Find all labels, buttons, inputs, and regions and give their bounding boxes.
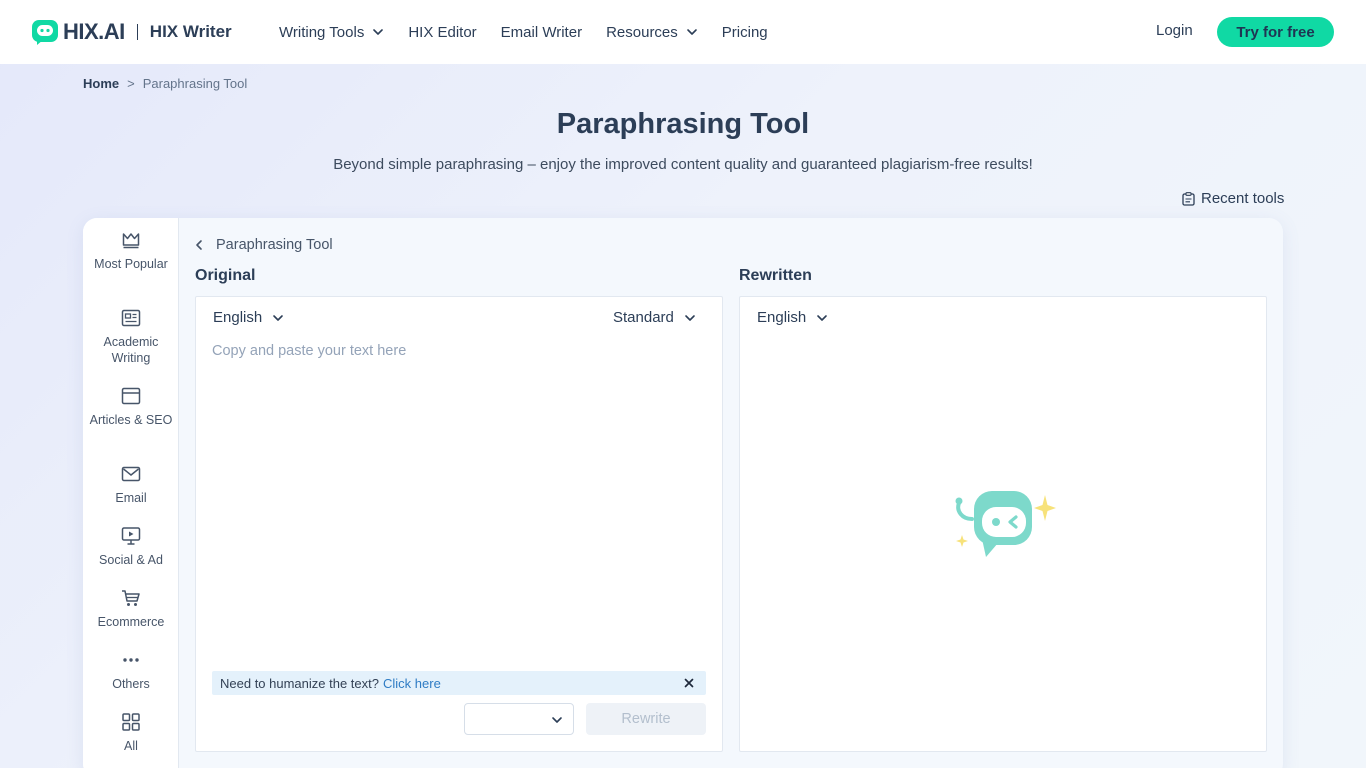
tone-mode-select[interactable]: Standard — [613, 309, 696, 326]
nav-email-writer-label: Email Writer — [500, 23, 583, 41]
sidebar-item-ecommerce[interactable]: Ecommerce — [83, 588, 179, 630]
logo-text: HIX.AI — [63, 19, 125, 44]
product-name: HIX Writer — [149, 22, 232, 41]
recent-tools-button[interactable]: Recent tools — [1182, 190, 1284, 207]
mail-icon — [121, 466, 141, 482]
tone-mode-value: Standard — [613, 309, 674, 326]
page-title: Paraphrasing Tool — [556, 108, 810, 140]
original-heading: Original — [195, 267, 256, 284]
original-panel: English Standard Need to humanize the te… — [195, 296, 723, 752]
sidebar-item-academic-writing[interactable]: Academic Writing — [83, 308, 179, 366]
rewritten-panel: English — [739, 296, 1267, 752]
breadcrumb-home[interactable]: Home — [83, 76, 119, 91]
original-text-input[interactable] — [212, 343, 706, 663]
mascot-robot-icon — [955, 491, 1056, 557]
rewritten-heading: Rewritten — [739, 267, 812, 284]
breadcrumb: Home > Paraphrasing Tool — [83, 76, 247, 91]
rewritten-language-value: English — [757, 309, 807, 326]
chevron-down-icon — [686, 29, 697, 35]
breadcrumb-separator: > — [127, 76, 135, 91]
original-language-value: English — [213, 309, 263, 326]
rewritten-language-select[interactable]: English — [757, 309, 828, 326]
nav-hix-editor[interactable]: HIX Editor — [408, 24, 476, 41]
sidebar-item-label: Most Popular — [94, 257, 168, 271]
nav-pricing-label: Pricing — [721, 23, 768, 41]
chevron-down-icon — [552, 717, 562, 723]
sidebar-item-email[interactable]: Email — [83, 464, 179, 506]
sidebar-item-label: Articles & SEO — [89, 413, 173, 427]
nav-writing-tools-label: Writing Tools — [279, 23, 365, 41]
page-subtitle: Beyond simple paraphrasing – enjoy the i… — [333, 156, 1033, 173]
humanize-click-here-link[interactable]: Click here — [383, 676, 441, 691]
back-to-tool-button[interactable]: Paraphrasing Tool — [194, 237, 333, 253]
sidebar-item-label: Others — [112, 677, 150, 691]
sidebar-item-others[interactable]: Others — [83, 650, 179, 692]
sidebar-item-label: Ecommerce — [97, 615, 165, 629]
sidebar-item-label: Social & Ad — [99, 553, 163, 567]
chevron-left-icon — [196, 240, 202, 250]
recent-tools-label: Recent tools — [1201, 190, 1285, 207]
sidebar-item-label: All — [124, 739, 138, 753]
nav-pricing[interactable]: Pricing — [722, 24, 768, 41]
close-icon[interactable] — [682, 676, 696, 690]
category-sidebar: Most Popular Academic Writing Articles &… — [83, 218, 179, 768]
nav-writing-tools[interactable]: Writing Tools — [279, 24, 384, 41]
sidebar-item-articles-seo[interactable]: Articles & SEO — [83, 386, 179, 428]
sidebar-item-all[interactable]: All — [83, 712, 179, 754]
output-option-select[interactable] — [464, 703, 574, 735]
top-header: HIX.AI HIX Writer Writing Tools HIX Edit… — [0, 0, 1366, 64]
sidebar-item-label: Email — [115, 491, 147, 505]
login-link[interactable]: Login — [1156, 22, 1193, 39]
main-nav: Writing Tools HIX Editor Email Writer Re… — [279, 0, 792, 64]
grid-icon — [122, 713, 140, 731]
crown-icon — [122, 233, 140, 249]
chevron-down-icon — [273, 314, 284, 321]
logo[interactable]: HIX.AI HIX Writer — [32, 18, 232, 46]
nav-hix-editor-label: HIX Editor — [408, 23, 477, 41]
nav-resources[interactable]: Resources — [606, 24, 698, 41]
presentation-icon — [121, 527, 141, 545]
breadcrumb-current: Paraphrasing Tool — [142, 76, 248, 91]
humanize-hint-banner: Need to humanize the text? Click here — [212, 671, 706, 695]
sidebar-item-social-ad[interactable]: Social & Ad — [83, 526, 179, 568]
nav-resources-label: Resources — [606, 23, 678, 41]
clipboard-icon — [1182, 191, 1195, 206]
tool-card: Most Popular Academic Writing Articles &… — [83, 218, 1283, 768]
rewrite-button[interactable]: Rewrite — [586, 703, 706, 735]
try-for-free-button[interactable]: Try for free — [1217, 17, 1334, 47]
logo-divider — [136, 24, 138, 40]
sidebar-item-label: Academic Writing — [103, 335, 159, 365]
humanize-hint-text: Need to humanize the text? — [220, 675, 379, 691]
browser-window-icon — [121, 387, 141, 405]
sidebar-item-most-popular[interactable]: Most Popular — [83, 230, 179, 272]
hix-logo-icon — [32, 20, 58, 45]
chevron-down-icon — [373, 29, 384, 35]
cart-icon — [122, 590, 140, 606]
newspaper-icon — [121, 309, 141, 327]
nav-email-writer[interactable]: Email Writer — [501, 24, 582, 41]
original-language-select[interactable]: English — [213, 309, 284, 326]
chevron-down-icon — [685, 314, 695, 321]
tool-name-label: Paraphrasing Tool — [216, 237, 333, 253]
more-dots-icon — [123, 658, 139, 662]
chevron-down-icon — [817, 314, 828, 321]
